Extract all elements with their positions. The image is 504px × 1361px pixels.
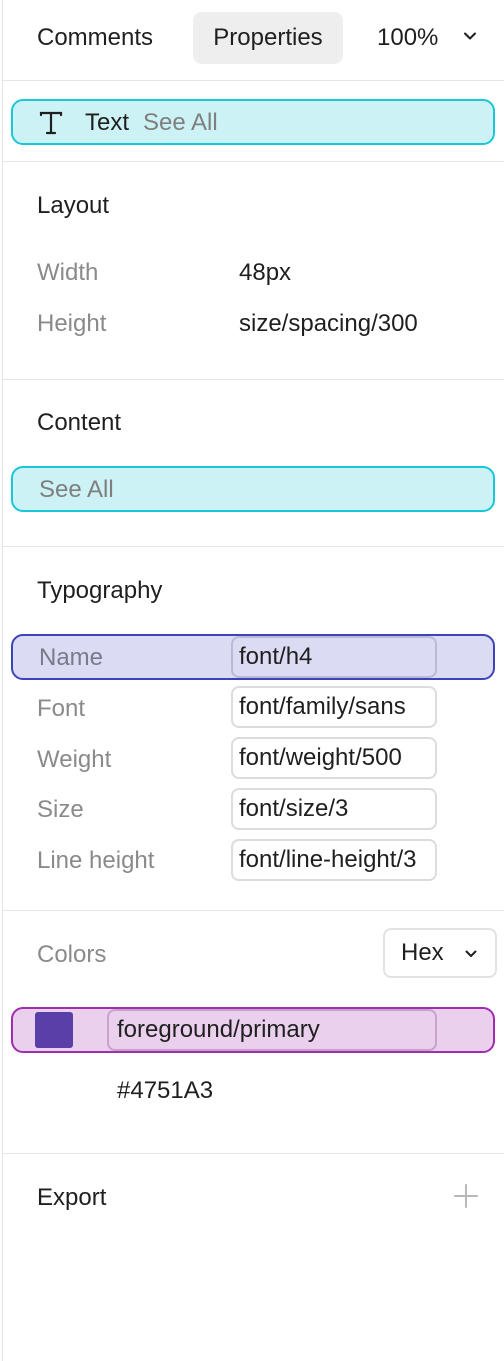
divider <box>3 161 504 162</box>
color-token-name[interactable]: foreground/primary <box>107 1009 437 1051</box>
typography-weight-token[interactable]: font/weight/500 <box>231 737 437 779</box>
layout-height-label: Height <box>37 310 107 337</box>
divider <box>3 546 504 547</box>
typography-name-label: Name <box>39 644 104 671</box>
layout-height-value: size/spacing/300 <box>239 310 418 337</box>
color-format-select[interactable]: Hex <box>383 928 497 978</box>
section-title-layout: Layout <box>37 192 110 219</box>
chevron-down-icon[interactable] <box>461 27 479 45</box>
divider <box>3 910 504 911</box>
typography-size-token[interactable]: font/size/3 <box>231 788 437 830</box>
divider <box>3 80 504 81</box>
typography-name-token[interactable]: font/h4 <box>231 636 437 678</box>
color-hex-value: #4751A3 <box>117 1077 214 1104</box>
typography-size-label: Size <box>37 796 84 823</box>
selected-layer-bar[interactable]: Text See All <box>11 99 495 145</box>
divider <box>3 379 504 380</box>
see-all-link[interactable]: See All <box>143 109 218 137</box>
section-title-content: Content <box>37 409 122 436</box>
tab-comments[interactable]: Comments <box>37 12 153 64</box>
typography-line-height-token[interactable]: font/line-height/3 <box>231 839 437 881</box>
layout-width-label: Width <box>37 259 99 286</box>
typography-font-label: Font <box>37 695 86 722</box>
typography-line-height-label: Line height <box>37 847 155 874</box>
typography-weight-label: Weight <box>37 746 112 773</box>
section-title-colors: Colors <box>37 941 107 968</box>
layer-type-label: Text <box>85 109 130 136</box>
divider <box>3 1153 504 1154</box>
content-see-all-bar[interactable]: See All <box>11 466 495 512</box>
chevron-down-icon <box>465 950 477 957</box>
inspect-panel: Comments Properties 100% Text See All La… <box>2 0 504 1361</box>
section-title-typography: Typography <box>37 577 163 604</box>
typography-font-token[interactable]: font/family/sans <box>231 686 437 728</box>
text-type-icon <box>39 111 63 135</box>
section-title-export: Export <box>37 1184 107 1211</box>
plus-icon[interactable] <box>453 1183 479 1209</box>
tab-properties[interactable]: Properties <box>193 12 343 64</box>
color-swatch <box>35 1012 73 1048</box>
zoom-level[interactable]: 100% <box>377 12 438 64</box>
color-format-value: Hex <box>401 939 444 966</box>
content-see-all-link[interactable]: See All <box>39 476 114 504</box>
layout-width-value: 48px <box>239 259 292 286</box>
